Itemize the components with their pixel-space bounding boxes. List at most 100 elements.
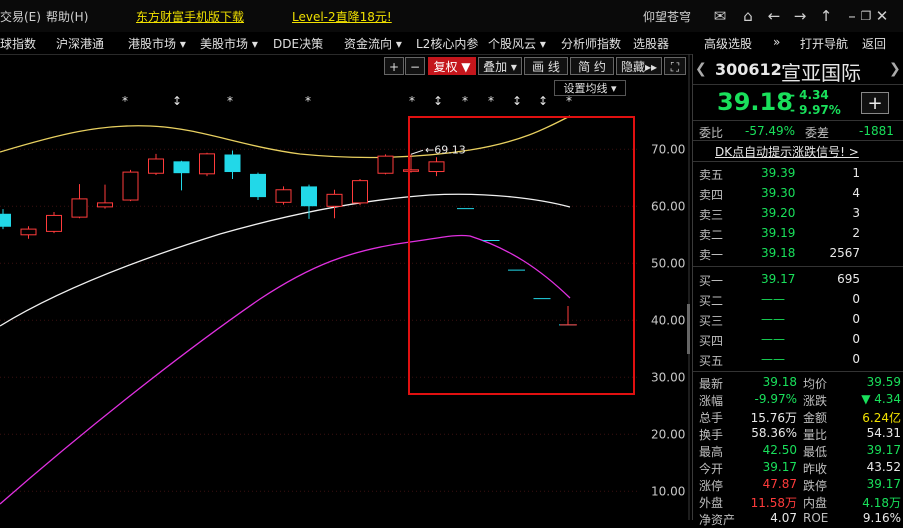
ask-level-3-price[interactable]: 39.20: [761, 206, 795, 220]
weicha-value: -1881: [859, 124, 894, 138]
event-marker[interactable]: ↕: [172, 94, 182, 108]
event-marker[interactable]: *: [122, 94, 128, 108]
bid-level-5-price[interactable]: ——: [761, 352, 785, 366]
prev-stock-icon[interactable]: ❮: [695, 61, 707, 77]
candle-body[interactable]: [148, 158, 164, 174]
ask-level-5-price[interactable]: 39.39: [761, 166, 795, 180]
draw-line-button[interactable]: 画 线: [524, 57, 568, 75]
back-icon[interactable]: ←: [764, 6, 784, 26]
dk-signal-link[interactable]: DK点自动提示涨跌信号! >: [715, 143, 859, 160]
candle-body[interactable]: [122, 171, 139, 201]
event-marker[interactable]: ↕: [538, 94, 548, 108]
username[interactable]: 仰望苍穹: [643, 8, 691, 25]
event-marker[interactable]: *: [488, 94, 494, 108]
stat-label: 最新: [699, 377, 724, 391]
bid-level-4-price[interactable]: ——: [761, 332, 785, 346]
candle-body[interactable]: [71, 198, 88, 218]
menu-bar: 球指数 沪深港通 港股市场 ▾ 美股市场 ▾ DDE决策 资金流向 ▾ L2核心…: [0, 32, 903, 55]
event-marker[interactable]: *: [305, 94, 311, 108]
stat-value: 4.18万: [862, 496, 901, 510]
ask-level-4-price[interactable]: 39.30: [761, 186, 795, 200]
stat-label: 量比: [803, 428, 828, 442]
menu-advanced-screener[interactable]: 高级选股: [704, 35, 752, 52]
menu-stock-news[interactable]: 个股风云 ▾: [488, 35, 546, 52]
event-marker[interactable]: *: [462, 94, 468, 108]
candle-body[interactable]: [173, 161, 190, 174]
bid-level-2-price[interactable]: ——: [761, 292, 785, 306]
add-watchlist-button[interactable]: +: [861, 92, 889, 114]
candle-body[interactable]: [301, 186, 317, 207]
menu-global-index[interactable]: 球指数: [0, 35, 36, 52]
menu-capital-flow[interactable]: 资金流向 ▾: [344, 35, 402, 52]
mail-icon[interactable]: ✉: [710, 6, 730, 26]
event-marker[interactable]: *: [409, 94, 415, 108]
event-marker[interactable]: *: [227, 94, 233, 108]
price-change: - 4.34: [790, 88, 829, 102]
stat-value: 9.16%: [862, 511, 901, 525]
y-tick-label: 20.00: [651, 427, 685, 441]
stat-value: ▼ 4.34: [861, 392, 901, 406]
menu-dde[interactable]: DDE决策: [273, 35, 323, 52]
title-bar: 交易(E) 帮助(H) 东方财富手机版下载 Level-2直降18元! 仰望苍穹…: [0, 0, 903, 32]
y-tick-label: 10.00: [651, 484, 685, 498]
annotation-pointer: [410, 149, 424, 155]
up-icon[interactable]: ↑: [816, 6, 836, 26]
y-tick-label: 60.00: [651, 199, 685, 213]
bid-level-3-price[interactable]: ——: [761, 312, 785, 326]
menu-more[interactable]: »: [773, 35, 780, 49]
event-marker[interactable]: ↕: [512, 94, 522, 108]
bid-level-1-price[interactable]: 39.17: [761, 272, 795, 286]
candle-body[interactable]: [428, 161, 445, 173]
ma-settings-dropdown[interactable]: 设置均线 ▾: [554, 80, 626, 96]
menu-stock-screener[interactable]: 选股器: [633, 35, 669, 52]
forward-icon[interactable]: →: [790, 6, 810, 26]
stat-label: 均价: [803, 377, 828, 391]
ask-level-2-label: 卖二: [699, 228, 724, 242]
zoom-out-button[interactable]: −: [405, 57, 425, 75]
promo-mobile-download-link[interactable]: 东方财富手机版下载: [136, 8, 244, 25]
next-stock-icon[interactable]: ❯: [889, 61, 901, 77]
menu-l2-insider[interactable]: L2核心内参: [416, 35, 478, 52]
candle-body[interactable]: [250, 173, 266, 198]
event-marker[interactable]: *: [566, 94, 572, 108]
candle-body[interactable]: [20, 228, 37, 236]
candle-body[interactable]: [275, 189, 292, 203]
stock-name: 宣亚国际: [781, 61, 861, 85]
candle-body[interactable]: [46, 214, 62, 232]
candle-body[interactable]: [403, 169, 419, 172]
bid-level-1-volume: 695: [837, 272, 860, 286]
adjust-price-button[interactable]: 复权 ▼: [428, 57, 476, 75]
menu-open-nav[interactable]: 打开导航: [800, 35, 848, 52]
chart-scrollbar[interactable]: [687, 304, 690, 354]
zoom-in-button[interactable]: +: [384, 57, 404, 75]
candle-body[interactable]: [326, 193, 343, 207]
menu-analyst-index[interactable]: 分析师指数: [561, 35, 621, 52]
kline-chart[interactable]: ←69.13 * ↕ * * * ↕ * * ↕ ↕ * 70.00 60.00 50.00 40.00 3…: [0, 54, 690, 520]
menu-us-market[interactable]: 美股市场 ▾: [200, 35, 258, 52]
menu-hk-connect[interactable]: 沪深港通: [56, 35, 104, 52]
candle-body[interactable]: [199, 153, 215, 175]
candle-body[interactable]: [97, 202, 113, 208]
menu-trade[interactable]: 交易(E): [0, 8, 41, 25]
menu-return[interactable]: 返回: [862, 35, 886, 52]
overlay-button[interactable]: 叠加 ▾: [478, 57, 522, 75]
menu-hk-market[interactable]: 港股市场 ▾: [128, 35, 186, 52]
menu-help[interactable]: 帮助(H): [46, 8, 88, 25]
hide-button[interactable]: 隐藏▸▸: [616, 57, 662, 75]
close-icon[interactable]: ✕: [872, 6, 892, 26]
candle-body[interactable]: [377, 155, 394, 174]
event-marker[interactable]: ↕: [433, 94, 443, 108]
ask-level-2-price[interactable]: 39.19: [761, 226, 795, 240]
candle-body[interactable]: [352, 180, 368, 204]
fullscreen-icon[interactable]: ⛶: [664, 57, 686, 75]
candle-body[interactable]: [0, 213, 11, 227]
simple-mode-button[interactable]: 简 约: [570, 57, 614, 75]
bid-level-3-volume: 0: [852, 312, 860, 326]
promo-level2-link[interactable]: Level-2直降18元!: [292, 8, 392, 25]
home-icon[interactable]: ⌂: [738, 6, 758, 26]
stock-code: 300612: [715, 60, 782, 79]
ask-level-1-price[interactable]: 39.18: [761, 246, 795, 260]
bid-level-4-volume: 0: [852, 332, 860, 346]
candle-body[interactable]: [224, 154, 241, 173]
ask-level-5-volume: 1: [852, 166, 860, 180]
